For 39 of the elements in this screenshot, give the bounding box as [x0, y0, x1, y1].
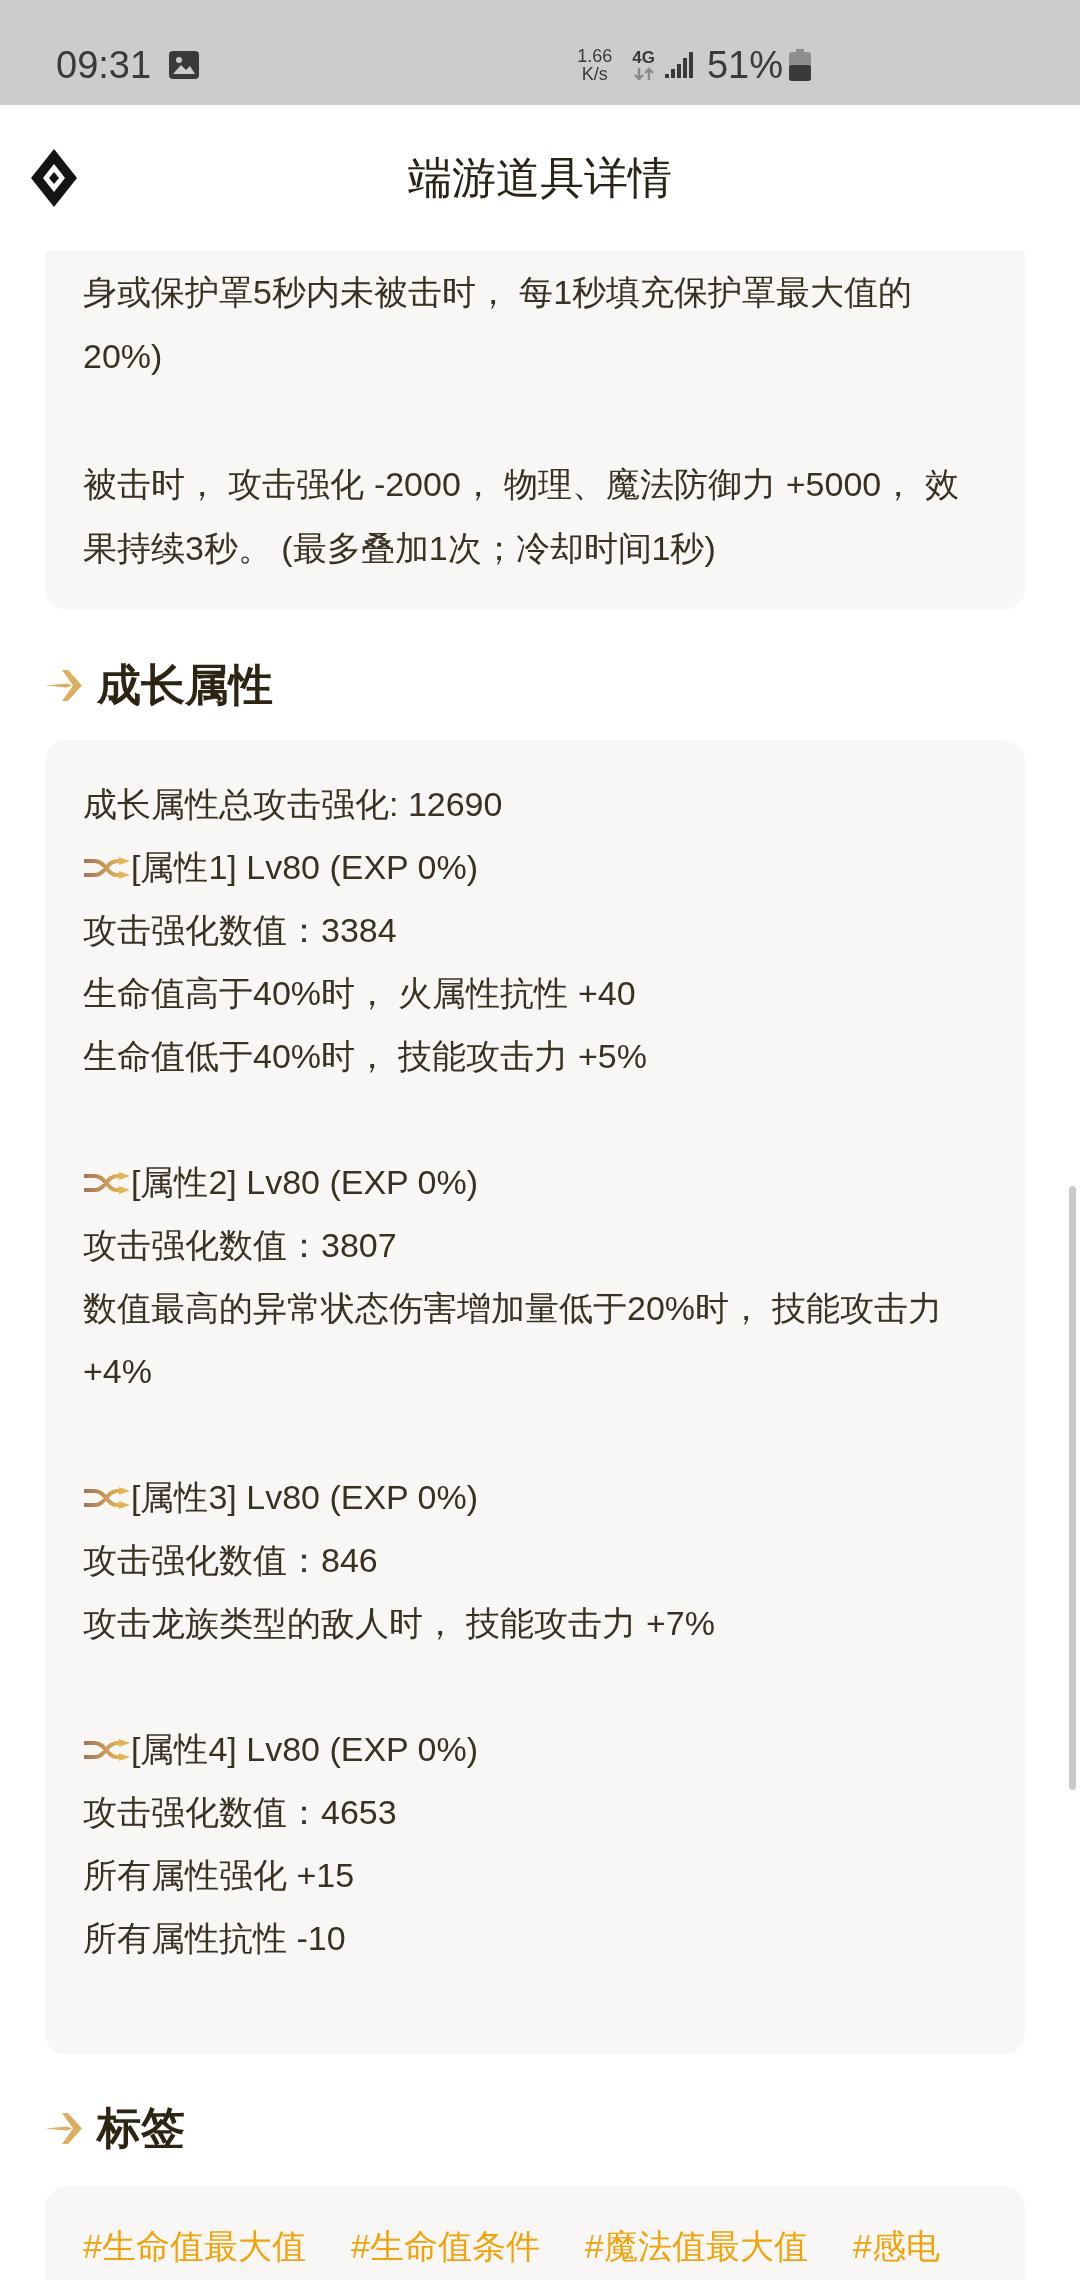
network-type-text: 4G [632, 48, 655, 67]
hashtag-link[interactable]: #生命值条件 [350, 2226, 540, 2266]
shuffle-icon [83, 856, 131, 879]
attribute-line: 攻击强化数值：846 [83, 1540, 379, 1581]
battery-percent-text: 51% [706, 42, 783, 87]
clock-text: 09:31 [56, 42, 152, 87]
shuffle-icon [83, 1738, 131, 1761]
effect-paragraph: 身或保护罩5秒内未被击时， 每1秒填充保护罩最大值的20%) [83, 272, 914, 377]
attribute-title: [属性1] Lv80 (EXP 0%) [131, 847, 479, 888]
attribute-line: 所有属性强化 +15 [83, 1855, 356, 1896]
network-speed-text: 1.66 K/s [577, 46, 613, 83]
attribute-title: [属性3] Lv80 (EXP 0%) [131, 1477, 479, 1518]
battery-icon [789, 48, 811, 81]
diamond-logo-icon[interactable] [31, 149, 77, 207]
hashtag-link[interactable]: #感电 [852, 2226, 940, 2266]
hashtag-link[interactable]: #生命值最大值 [83, 2226, 306, 2266]
page-title: 端游道具详情 [408, 152, 672, 204]
arrow-icon [45, 667, 83, 703]
attribute-line: 生命值低于40%时， 技能攻击力 +5% [83, 1036, 648, 1077]
section-title: 标签 [97, 2104, 185, 2152]
shuffle-icon [83, 1171, 131, 1194]
signal-icon [664, 51, 694, 78]
attribute-line: 生命值高于40%时， 火属性抗性 +40 [83, 973, 637, 1014]
attribute-title: [属性2] Lv80 (EXP 0%) [131, 1162, 479, 1203]
attribute-line: 攻击龙族类型的敌人时， 技能攻击力 +7% [83, 1603, 716, 1644]
attribute-line: 攻击强化数值：4653 [83, 1792, 398, 1833]
effect-paragraph: 被击时， 攻击强化 -2000， 物理、魔法防御力 +5000， 效果持续3秒。 (最多叠加1次；冷却时间1秒) [83, 464, 960, 569]
shuffle-icon [83, 1486, 131, 1509]
attribute-line: 数值最高的异常状态伤害增加量低于20%时， 技能攻击力 +4% [83, 1288, 944, 1392]
image-icon [169, 50, 200, 79]
attribute-line: 攻击强化数值：3807 [83, 1225, 398, 1266]
attribute-title: [属性4] Lv80 (EXP 0%) [131, 1729, 479, 1770]
total-attack-text: 成长属性总攻击强化: 12690 [83, 784, 504, 825]
attribute-line: 攻击强化数值：3384 [83, 910, 398, 951]
attribute-line: 所有属性抗性 -10 [83, 1918, 347, 1959]
hashtag-link[interactable]: #魔法值最大值 [584, 2226, 808, 2266]
data-arrows-icon [632, 66, 655, 81]
arrow-icon [45, 2110, 83, 2146]
section-title: 成长属性 [97, 661, 273, 709]
